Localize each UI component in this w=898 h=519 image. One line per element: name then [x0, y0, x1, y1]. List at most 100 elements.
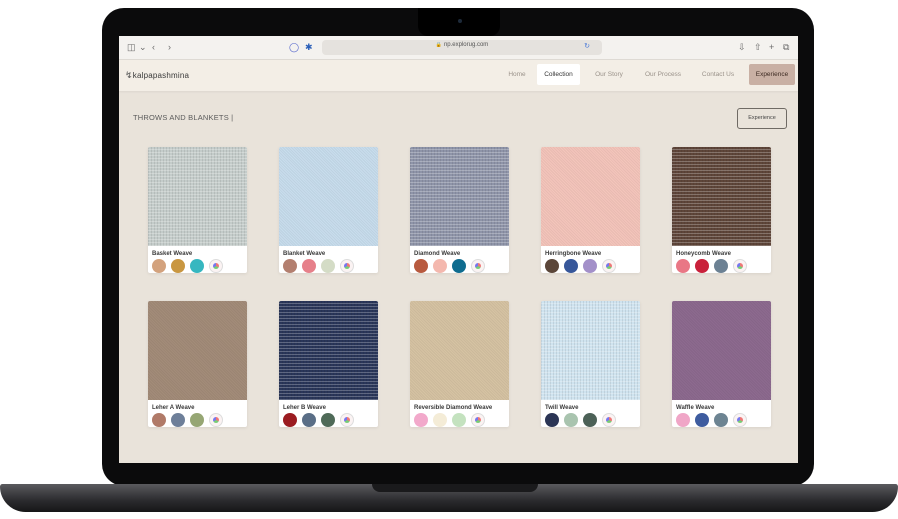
color-dot[interactable]: [676, 413, 690, 427]
color-dot[interactable]: [695, 413, 709, 427]
product-card[interactable]: Leher A Weave: [148, 301, 247, 427]
color-dot[interactable]: [152, 413, 166, 427]
product-card[interactable]: Diamond Weave: [410, 147, 509, 273]
logo[interactable]: ↯kalpapashmina: [125, 70, 189, 81]
share-icon[interactable]: ⇧: [754, 41, 762, 53]
color-dot[interactable]: [283, 413, 297, 427]
product-card[interactable]: Herringbone Weave: [541, 147, 640, 273]
nav-experience-button[interactable]: Experience: [749, 64, 795, 85]
color-dot[interactable]: [302, 413, 316, 427]
product-card[interactable]: Basket Weave: [148, 147, 247, 273]
color-dot[interactable]: [321, 413, 335, 427]
product-swatch[interactable]: [410, 301, 509, 400]
color-dot[interactable]: [545, 259, 559, 273]
color-dot[interactable]: [171, 413, 185, 427]
product-swatch[interactable]: [148, 147, 247, 246]
more-colors-icon[interactable]: [471, 413, 485, 427]
color-dot[interactable]: [564, 413, 578, 427]
product-swatch[interactable]: [279, 301, 378, 400]
color-dot[interactable]: [414, 413, 428, 427]
back-icon[interactable]: ‹: [152, 41, 155, 53]
product-name[interactable]: Leher A Weave: [152, 405, 194, 411]
product-card[interactable]: Waffle Weave: [672, 301, 771, 427]
product-name[interactable]: Basket Weave: [152, 251, 192, 257]
product-name[interactable]: Honeycomb Weave: [676, 251, 731, 257]
more-colors-icon[interactable]: [340, 413, 354, 427]
color-options: [414, 413, 485, 428]
color-dot[interactable]: [302, 259, 316, 273]
plus-icon[interactable]: +: [769, 41, 774, 53]
nav-our-process[interactable]: Our Process: [638, 64, 688, 85]
browser-window: ◫ ⌄ ‹ › ◯ ✱ 🔒 np.explorug.com ↻ ⇩ ⇧ + ⧉ ↯…: [119, 36, 798, 463]
nav-contact-us[interactable]: Contact Us: [695, 64, 741, 85]
color-dot[interactable]: [583, 413, 597, 427]
color-dot[interactable]: [171, 259, 185, 273]
url-text: np.explorug.com: [443, 42, 489, 48]
product-name[interactable]: Herringbone Weave: [545, 251, 601, 257]
color-dot[interactable]: [452, 413, 466, 427]
color-dot[interactable]: [433, 259, 447, 273]
color-options: [414, 259, 485, 274]
color-dot[interactable]: [714, 259, 728, 273]
product-swatch[interactable]: [541, 301, 640, 400]
color-dot[interactable]: [714, 413, 728, 427]
product-swatch[interactable]: [279, 147, 378, 246]
product-name[interactable]: Blanket Weave: [283, 251, 325, 257]
forward-icon[interactable]: ›: [168, 41, 171, 53]
more-colors-icon[interactable]: [340, 259, 354, 273]
product-name[interactable]: Leher B Weave: [283, 405, 326, 411]
more-colors-icon[interactable]: [733, 259, 747, 273]
camera-icon: [458, 19, 462, 23]
color-dot[interactable]: [564, 259, 578, 273]
reload-icon[interactable]: ↻: [584, 42, 590, 50]
color-dot[interactable]: [414, 259, 428, 273]
product-card[interactable]: Reversible Diamond Weave: [410, 301, 509, 427]
chevron-down-icon[interactable]: ⌄: [139, 41, 147, 53]
color-dot[interactable]: [190, 259, 204, 273]
color-dot[interactable]: [152, 259, 166, 273]
product-name[interactable]: Waffle Weave: [676, 405, 714, 411]
color-dot[interactable]: [283, 259, 297, 273]
page-title: THROWS AND BLANKETS |: [133, 113, 234, 122]
more-colors-icon[interactable]: [209, 413, 223, 427]
color-options: [283, 413, 354, 428]
color-dot[interactable]: [695, 259, 709, 273]
color-dot[interactable]: [676, 259, 690, 273]
product-card[interactable]: Twill Weave: [541, 301, 640, 427]
tabs-icon[interactable]: ⧉: [783, 41, 789, 53]
more-colors-icon[interactable]: [471, 259, 485, 273]
color-dot[interactable]: [433, 413, 447, 427]
product-name[interactable]: Reversible Diamond Weave: [414, 405, 492, 411]
product-card[interactable]: Leher B Weave: [279, 301, 378, 427]
extension-icon[interactable]: ✱: [305, 41, 313, 53]
product-name[interactable]: Twill Weave: [545, 405, 578, 411]
product-swatch[interactable]: [410, 147, 509, 246]
download-icon[interactable]: ⇩: [738, 41, 746, 53]
address-bar[interactable]: 🔒 np.explorug.com ↻: [322, 40, 602, 55]
product-swatch[interactable]: [541, 147, 640, 246]
product-card[interactable]: Honeycomb Weave: [672, 147, 771, 273]
nav-collection[interactable]: Collection: [537, 64, 580, 85]
product-swatch[interactable]: [148, 301, 247, 400]
sidebar-icon[interactable]: ◫: [127, 41, 136, 53]
color-dot[interactable]: [190, 413, 204, 427]
color-dot[interactable]: [545, 413, 559, 427]
screen-bezel-bottom: [119, 463, 798, 483]
color-dot[interactable]: [452, 259, 466, 273]
lock-icon: 🔒: [435, 42, 442, 48]
more-colors-icon[interactable]: [209, 259, 223, 273]
experience-button[interactable]: Experience: [737, 108, 787, 129]
more-colors-icon[interactable]: [733, 413, 747, 427]
more-colors-icon[interactable]: [602, 259, 616, 273]
color-dot[interactable]: [321, 259, 335, 273]
logo-mark-icon: ↯: [125, 70, 133, 80]
color-dot[interactable]: [583, 259, 597, 273]
more-colors-icon[interactable]: [602, 413, 616, 427]
nav-home[interactable]: Home: [500, 64, 534, 85]
nav-our-story[interactable]: Our Story: [589, 64, 629, 85]
product-name[interactable]: Diamond Weave: [414, 251, 460, 257]
product-card[interactable]: Blanket Weave: [279, 147, 378, 273]
product-swatch[interactable]: [672, 301, 771, 400]
product-swatch[interactable]: [672, 147, 771, 246]
shield-icon[interactable]: ◯: [289, 41, 299, 53]
